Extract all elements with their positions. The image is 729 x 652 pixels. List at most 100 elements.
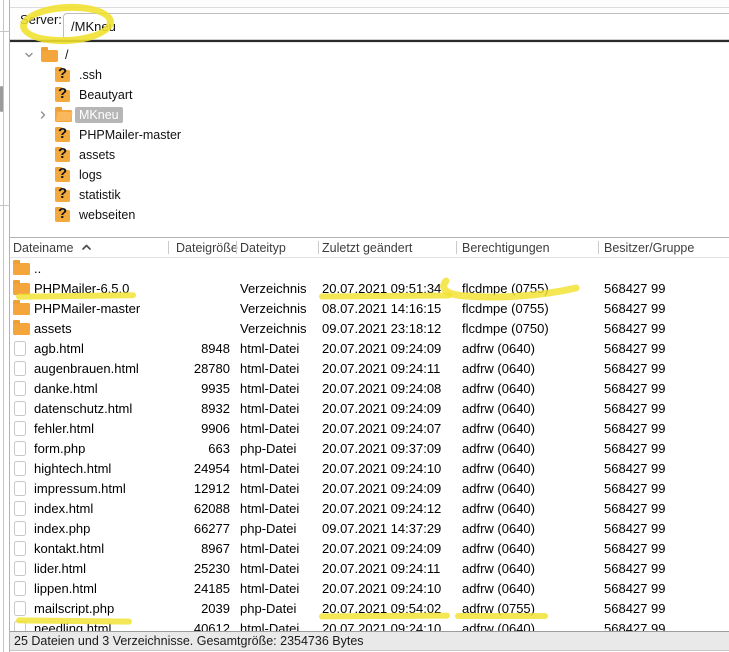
- table-row[interactable]: assetsVerzeichnis09.07.2021 23:18:12flcd…: [10, 318, 729, 338]
- cell-text: html-Datei: [240, 581, 299, 596]
- tree-item-label: PHPMailer-master: [79, 128, 181, 142]
- scrollbar-thumb[interactable]: [0, 86, 3, 112]
- cell-modified: 20.07.2021 09:37:09: [318, 438, 456, 458]
- cell-text: adfrw (0640): [462, 341, 535, 356]
- cell-text: 568427 99: [604, 301, 665, 316]
- column-header-perm[interactable]: Berechtigungen: [456, 238, 598, 257]
- cell-text: assets: [34, 321, 72, 336]
- folder-icon: [13, 303, 30, 315]
- cell-text: Verzeichnis: [240, 321, 306, 336]
- cell-permissions: adfrw (0640): [456, 418, 598, 438]
- cell-modified: 20.07.2021 09:24:09: [318, 338, 456, 358]
- file-icon: [14, 541, 26, 556]
- table-row[interactable]: agb.html8948html-Datei20.07.2021 09:24:0…: [10, 338, 729, 358]
- cell-text: html-Datei: [240, 401, 299, 416]
- cell-text: 2039: [201, 601, 230, 616]
- tree-item-webseiten[interactable]: ?webseiten: [10, 205, 729, 225]
- folder-question-icon: ?: [55, 170, 70, 182]
- cell-text: flcdmpe (0755): [462, 301, 549, 316]
- cell-text: 20.07.2021 09:24:10: [322, 581, 441, 596]
- remote-server-pane: Server: /?.ssh?BeautyartMKneu?PHPMailer-…: [10, 0, 729, 652]
- cell-text: 20.07.2021 09:24:11: [322, 561, 440, 576]
- cell-owner: 568427 99: [598, 618, 729, 631]
- table-row[interactable]: index.html62088html-Datei20.07.2021 09:2…: [10, 498, 729, 518]
- column-header-label: Dateiname: [13, 241, 73, 255]
- cell-size: 8932: [168, 398, 236, 418]
- cell-size: [168, 258, 236, 278]
- table-row[interactable]: augenbrauen.html28780html-Datei20.07.202…: [10, 358, 729, 378]
- cell-text: 08.07.2021 14:16:15: [322, 301, 441, 316]
- table-row[interactable]: danke.html9935html-Datei20.07.2021 09:24…: [10, 378, 729, 398]
- tree-item-phpmailer-master[interactable]: ? PHPMailer-master: [10, 125, 729, 145]
- table-row[interactable]: fehler.html9906html-Datei20.07.2021 09:2…: [10, 418, 729, 438]
- table-row[interactable]: PHPMailer-master Verzeichnis 08.07.2021 14…: [10, 298, 729, 318]
- cell-type: Verzeichnis: [236, 318, 318, 338]
- cell-permissions: adfrw (0640): [456, 398, 598, 418]
- cell-size: [168, 278, 236, 298]
- cell-owner: 568427 99: [598, 318, 729, 338]
- cell-permissions: adfrw (0640): [456, 518, 598, 538]
- highlight-underline-phpmailer-date: [319, 293, 452, 300]
- tree-item-label: logs: [79, 168, 102, 182]
- cell-text: PHPMailer-master: [34, 301, 140, 316]
- column-header-name[interactable]: Dateiname: [10, 238, 168, 257]
- cell-text: html-Datei: [240, 341, 299, 356]
- folder-question-icon: ?: [55, 130, 70, 142]
- cell-permissions: [456, 258, 598, 278]
- cell-name: lider.html: [10, 558, 168, 578]
- cell-text: kontakt.html: [34, 541, 104, 556]
- tree-item-[interactable]: /: [10, 45, 729, 65]
- cell-name: datenschutz.html: [10, 398, 168, 418]
- table-row[interactable]: lippen.html24185html-Datei20.07.2021 09:…: [10, 578, 729, 598]
- cell-text: 28780: [194, 361, 230, 376]
- file-icon: [14, 501, 26, 516]
- chevron-down-icon[interactable]: [24, 50, 34, 60]
- column-header-type[interactable]: Dateityp: [236, 238, 318, 257]
- table-row[interactable]: index.php66277php-Datei09.07.2021 14:37:…: [10, 518, 729, 538]
- cell-size: [168, 298, 236, 318]
- tree-item-logs[interactable]: ? logs: [10, 165, 729, 185]
- tree-item-mkneu[interactable]: MKneu: [10, 105, 729, 125]
- tree-item-assets[interactable]: ?assets: [10, 145, 729, 165]
- cell-text: html-Datei: [240, 621, 299, 632]
- tree-item-statistik[interactable]: ?statistik: [10, 185, 729, 205]
- cell-size: 24954: [168, 458, 236, 478]
- table-row[interactable]: hightech.html24954html-Datei20.07.2021 0…: [10, 458, 729, 478]
- cell-text: 568427 99: [604, 581, 665, 596]
- column-header-mod[interactable]: Zuletzt geändert: [318, 238, 456, 257]
- cell-text: 62088: [194, 501, 230, 516]
- folder-question-icon: ?: [55, 190, 70, 202]
- cell-type: html-Datei: [236, 398, 318, 418]
- cell-text: lippen.html: [34, 581, 97, 596]
- table-row[interactable]: ..: [10, 258, 729, 278]
- cell-permissions: adfrw (0640): [456, 478, 598, 498]
- cell-text: 25230: [194, 561, 230, 576]
- table-row[interactable]: kontakt.html8967html-Datei20.07.2021 09:…: [10, 538, 729, 558]
- cell-owner: 568427 99: [598, 478, 729, 498]
- cell-text: 20.07.2021 09:24:07: [322, 421, 441, 436]
- folder-question-icon: ?: [55, 150, 70, 162]
- column-header-size[interactable]: Dateigröße: [168, 238, 236, 257]
- tree-item-beautyart[interactable]: ?Beautyart: [10, 85, 729, 105]
- column-header-owner[interactable]: Besitzer/Gruppe: [598, 238, 729, 257]
- table-row[interactable]: impressum.html12912html-Datei20.07.2021 …: [10, 478, 729, 498]
- status-text: 25 Dateien und 3 Verzeichnisse. Gesamtgr…: [14, 634, 364, 648]
- tree-item-label: Beautyart: [79, 88, 133, 102]
- cell-text: 568427 99: [604, 541, 665, 556]
- server-path-input[interactable]: [63, 13, 729, 40]
- cell-text: 20.07.2021 09:24:09: [322, 481, 441, 496]
- server-bar: Server:: [10, 0, 729, 40]
- cell-owner: 568427 99: [598, 418, 729, 438]
- table-row[interactable]: datenschutz.html8932html-Datei20.07.2021…: [10, 398, 729, 418]
- chevron-right-icon[interactable]: [38, 110, 48, 120]
- cell-size: 9935: [168, 378, 236, 398]
- table-row[interactable]: form.php663php-Datei20.07.2021 09:37:09a…: [10, 438, 729, 458]
- cell-type: html-Datei: [236, 538, 318, 558]
- cell-text: php-Datei: [240, 441, 296, 456]
- cell-text: Verzeichnis: [240, 301, 306, 316]
- cell-text: 20.07.2021 09:24:10: [322, 461, 441, 476]
- tree-item-ssh[interactable]: ?.ssh: [10, 65, 729, 85]
- sort-ascending-icon: [81, 243, 92, 252]
- table-row[interactable]: lider.html25230html-Datei20.07.2021 09:2…: [10, 558, 729, 578]
- cell-text: 66277: [194, 521, 230, 536]
